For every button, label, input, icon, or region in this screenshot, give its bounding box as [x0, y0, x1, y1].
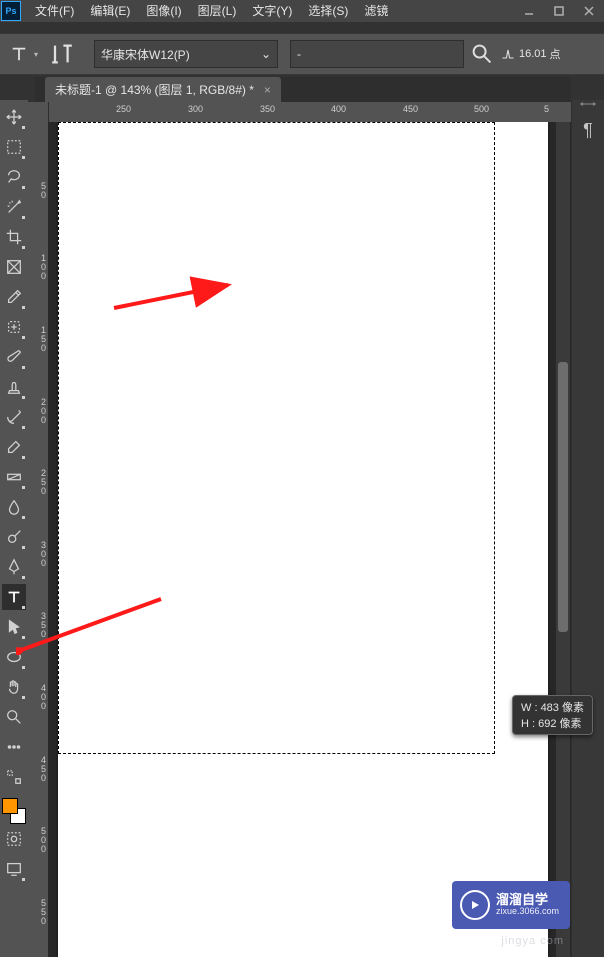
font-size-value[interactable]: 16.01 — [519, 48, 547, 60]
gradient-tool[interactable] — [2, 464, 26, 490]
ruler-h-tick: 250 — [116, 104, 131, 114]
minimize-button[interactable] — [514, 0, 544, 22]
vertical-scrollbar[interactable] — [556, 122, 570, 957]
ruler-h-tick: 300 — [188, 104, 203, 114]
ruler-v-tick: 2 0 0 — [30, 398, 46, 425]
hand-tool[interactable] — [2, 674, 26, 700]
magic-wand-tool[interactable] — [2, 194, 26, 220]
document-tabbar: 未标题-1 @ 143% (图层 1, RGB/8#) * × — [35, 77, 571, 102]
ruler-v-tick: 4 5 0 — [30, 756, 46, 783]
color-swatches[interactable] — [2, 798, 26, 824]
ruler-v-tick: 2 5 0 — [30, 469, 46, 496]
close-window-button[interactable] — [574, 0, 604, 22]
ruler-vertical[interactable]: 5 0 1 0 0 1 5 0 2 0 0 2 5 0 3 0 0 3 5 0 … — [28, 102, 49, 957]
type-tool[interactable] — [2, 584, 26, 610]
quick-mask-toggle[interactable] — [2, 826, 26, 852]
ruler-v-tick: 3 0 0 — [30, 541, 46, 568]
history-brush-tool[interactable] — [2, 404, 26, 430]
foreground-color-swatch[interactable] — [2, 798, 18, 814]
play-icon — [460, 890, 490, 920]
ruler-h-tick: 350 — [260, 104, 275, 114]
ruler-h-tick: 400 — [331, 104, 346, 114]
more-tools[interactable] — [2, 734, 26, 760]
app-logo: Ps — [1, 1, 21, 21]
path-selection-tool[interactable] — [2, 614, 26, 640]
watermark-brand: 溜溜自学 — [496, 893, 559, 907]
font-family-select[interactable]: 华康宋体W12(P) ⌄ — [94, 40, 278, 68]
menu-select[interactable]: 选择(S) — [300, 0, 356, 22]
vertical-scroll-thumb[interactable] — [558, 362, 568, 632]
close-tab-icon[interactable]: × — [264, 83, 271, 97]
chevron-down-icon[interactable]: ▾ — [34, 50, 38, 59]
font-size-icon — [500, 46, 516, 62]
font-size-unit: 点 — [550, 46, 561, 62]
edit-toolbar[interactable] — [2, 764, 26, 790]
watermark-url: zixue.3066.com — [496, 907, 559, 917]
ruler-v-tick: 3 5 0 — [30, 612, 46, 639]
pen-tool[interactable] — [2, 554, 26, 580]
menu-file[interactable]: 文件(F) — [27, 0, 82, 22]
frame-tool[interactable] — [2, 254, 26, 280]
tooltip-w-label: W : — [521, 702, 538, 714]
ruler-h-tick: 5 — [544, 104, 549, 114]
ruler-h-tick: 500 — [474, 104, 489, 114]
dodge-tool[interactable] — [2, 524, 26, 550]
screen-mode-toggle[interactable] — [2, 856, 26, 882]
text-box-marquee[interactable] — [58, 122, 495, 754]
tool-preset-type[interactable] — [6, 41, 32, 67]
search-fonts-icon[interactable] — [470, 42, 494, 66]
menu-layer[interactable]: 图层(L) — [190, 0, 245, 22]
ruler-v-tick: 4 0 0 — [30, 684, 46, 711]
crop-tool[interactable] — [2, 224, 26, 250]
ruler-v-tick: 5 0 — [30, 182, 46, 200]
move-tool[interactable] — [2, 104, 26, 130]
menu-type[interactable]: 文字(Y) — [244, 0, 300, 22]
tools-panel — [0, 100, 29, 957]
healing-brush-tool[interactable] — [2, 314, 26, 340]
font-style-value: - — [297, 47, 301, 61]
brush-tool[interactable] — [2, 344, 26, 370]
chevron-down-icon: ⌄ — [261, 47, 271, 61]
options-bar: ▾ 华康宋体W12(P) ⌄ - 16.01 点 — [0, 33, 604, 75]
tooltip-h-label: H : — [521, 718, 535, 730]
window-controls — [514, 0, 604, 22]
paragraph-panel-icon[interactable]: ¶ — [572, 120, 604, 141]
menu-edit[interactable]: 编辑(E) — [82, 0, 138, 22]
menubar: Ps 文件(F) 编辑(E) 图像(I) 图层(L) 文字(Y) 选择(S) 滤… — [0, 0, 604, 22]
font-family-value: 华康宋体W12(P) — [101, 46, 190, 63]
tooltip-w-unit: 像素 — [562, 702, 584, 714]
eyedropper-tool[interactable] — [2, 284, 26, 310]
ruler-horizontal[interactable]: 250 300 350 400 450 500 5 — [48, 102, 571, 123]
ruler-v-tick: 1 0 0 — [30, 254, 46, 281]
menu-image[interactable]: 图像(I) — [138, 0, 189, 22]
ruler-v-tick: 5 5 0 — [30, 899, 46, 926]
marquee-tool[interactable] — [2, 134, 26, 160]
transform-size-tooltip: W : 483 像素 H : 692 像素 — [512, 695, 593, 735]
tooltip-w-value: 483 — [541, 702, 559, 714]
menu-filter[interactable]: 滤镜 — [356, 0, 396, 22]
font-style-select[interactable]: - — [290, 40, 464, 68]
blur-tool[interactable] — [2, 494, 26, 520]
zoom-tool[interactable] — [2, 704, 26, 730]
clone-stamp-tool[interactable] — [2, 374, 26, 400]
lasso-tool[interactable] — [2, 164, 26, 190]
eraser-tool[interactable] — [2, 434, 26, 460]
document-tab-title: 未标题-1 @ 143% (图层 1, RGB/8#) * — [55, 81, 254, 98]
canvas-area[interactable] — [48, 122, 571, 957]
tooltip-h-value: 692 — [538, 718, 556, 730]
document-tab[interactable]: 未标题-1 @ 143% (图层 1, RGB/8#) * × — [45, 77, 281, 102]
tooltip-h-unit: 像素 — [560, 718, 582, 730]
ruler-v-tick: 5 0 0 — [30, 827, 46, 854]
maximize-button[interactable] — [544, 0, 574, 22]
ruler-h-tick: 450 — [403, 104, 418, 114]
text-orientation-toggle[interactable] — [48, 40, 76, 68]
ruler-v-tick: 1 5 0 — [30, 326, 46, 353]
watermark-faint-text: jingya com — [501, 935, 564, 947]
shape-tool[interactable] — [2, 644, 26, 670]
watermark-badge: 溜溜自学 zixue.3066.com — [452, 881, 570, 929]
right-panel-collapsed[interactable]: ¶ — [571, 100, 604, 957]
